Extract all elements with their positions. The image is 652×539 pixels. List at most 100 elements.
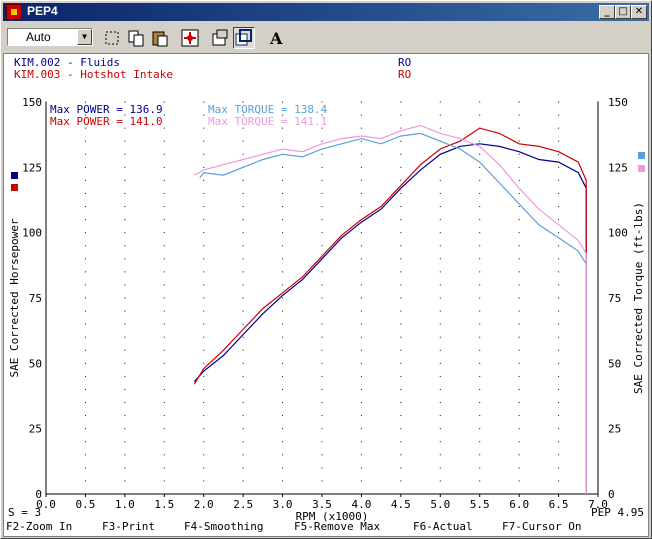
grid-dot <box>479 336 481 338</box>
max-torque-label: Max TORQUE = 141.1 <box>208 115 327 128</box>
grid-dot <box>242 245 244 247</box>
grid-dot <box>203 402 205 404</box>
grid-dot <box>321 415 323 417</box>
chevron-down-icon[interactable]: ▼ <box>77 29 92 45</box>
text-button[interactable]: A <box>265 27 287 49</box>
grid-dot <box>439 402 441 404</box>
grid-dot <box>400 297 402 299</box>
grid-dot <box>360 232 362 234</box>
grid-dot <box>242 206 244 208</box>
grid-dot <box>84 140 86 142</box>
grid-dot <box>439 480 441 482</box>
overlay-button[interactable] <box>233 27 255 49</box>
y-tick-label-right: 75 <box>608 292 621 305</box>
grid-dot <box>360 310 362 312</box>
grid-dot <box>84 415 86 417</box>
x-tick-label: 2.5 <box>233 498 253 511</box>
grid-dot <box>558 101 560 103</box>
grid-dot <box>518 206 520 208</box>
grid-dot <box>479 297 481 299</box>
grid-dot <box>558 297 560 299</box>
grid-dot <box>84 467 86 469</box>
grid-dot <box>124 232 126 234</box>
legend-swatch-right <box>638 165 645 172</box>
grid-dot <box>124 297 126 299</box>
dyno-chart[interactable]: KIM.002 - Fluids ROKIM.003 - Hotshot Inta… <box>4 54 648 536</box>
grid-dot <box>84 284 86 286</box>
title-bar[interactable]: PEP4 _ □ ✕ <box>3 3 649 21</box>
grid-dot <box>84 388 86 390</box>
x-tick-label: 4.5 <box>391 498 411 511</box>
maximize-button[interactable]: □ <box>615 5 631 19</box>
grid-dot <box>84 258 86 260</box>
grid-dot <box>439 428 441 430</box>
close-button[interactable]: ✕ <box>631 5 647 19</box>
grid-dot <box>124 349 126 351</box>
grid-dot <box>282 480 284 482</box>
grid-dot <box>479 232 481 234</box>
smoothing-label: S = 3 <box>8 506 41 519</box>
grid-dot <box>203 179 205 181</box>
grid-dot <box>558 179 560 181</box>
y-tick-label-right: 100 <box>608 227 628 240</box>
grid-dot <box>163 114 165 116</box>
grid-dot <box>203 153 205 155</box>
grid-dot <box>163 101 165 103</box>
grid-dot <box>242 362 244 364</box>
grid-dot <box>479 323 481 325</box>
select-tool-button[interactable] <box>101 27 123 49</box>
grid-dot <box>360 349 362 351</box>
grid-dot <box>163 336 165 338</box>
version-label: PEP 4.95 <box>591 506 644 519</box>
grid-dot <box>400 153 402 155</box>
app-window: PEP4 _ □ ✕ Auto ▼ A KIM.002 - Fluids RO … <box>0 0 652 539</box>
grid-dot <box>282 362 284 364</box>
app-icon[interactable] <box>6 4 22 20</box>
x-tick-label: 5.5 <box>470 498 490 511</box>
grid-dot <box>558 114 560 116</box>
grid-dot <box>479 245 481 247</box>
function-key-label: F4-Smoothing <box>184 520 263 533</box>
grid-dot <box>203 415 205 417</box>
grid-dot <box>84 297 86 299</box>
copy-button[interactable] <box>125 27 147 49</box>
select-icon <box>105 31 119 45</box>
grid-dot <box>360 323 362 325</box>
grid-dot <box>84 166 86 168</box>
grid-dot <box>124 388 126 390</box>
y-tick-label-left: 50 <box>29 357 42 370</box>
grid-dot <box>163 441 165 443</box>
text-icon: A <box>269 29 283 48</box>
minimize-button[interactable]: _ <box>599 5 615 19</box>
grid-dot <box>400 271 402 273</box>
grid-dot <box>360 166 362 168</box>
y-tick-label-left: 0 <box>35 488 42 501</box>
paste-button[interactable] <box>149 27 171 49</box>
grid-dot <box>242 232 244 234</box>
grid-dot <box>124 219 126 221</box>
grid-dot <box>203 428 205 430</box>
svg-text:A: A <box>269 29 283 48</box>
dyno-graph-panel[interactable]: KIM.002 - Fluids RO KIM.003 - Hotshot Inta… <box>3 53 649 537</box>
scale-combo[interactable]: Auto ▼ <box>7 28 93 46</box>
grid-dot <box>124 179 126 181</box>
properties-button[interactable] <box>209 27 231 49</box>
series-line <box>193 127 587 494</box>
grid-dot <box>203 310 205 312</box>
grid-dot <box>518 323 520 325</box>
grid-dot <box>360 388 362 390</box>
grid-dot <box>518 310 520 312</box>
grid-dot <box>84 245 86 247</box>
grid-dot <box>84 362 86 364</box>
x-tick-label: 6.5 <box>549 498 569 511</box>
grid-dot <box>518 284 520 286</box>
zoom-fit-button[interactable] <box>179 27 201 49</box>
grid-dot <box>479 271 481 273</box>
grid-dot <box>479 140 481 142</box>
grid-dot <box>242 297 244 299</box>
grid-dot <box>321 271 323 273</box>
grid-dot <box>321 388 323 390</box>
grid-dot <box>163 245 165 247</box>
grid-dot <box>479 179 481 181</box>
grid-dot <box>518 467 520 469</box>
